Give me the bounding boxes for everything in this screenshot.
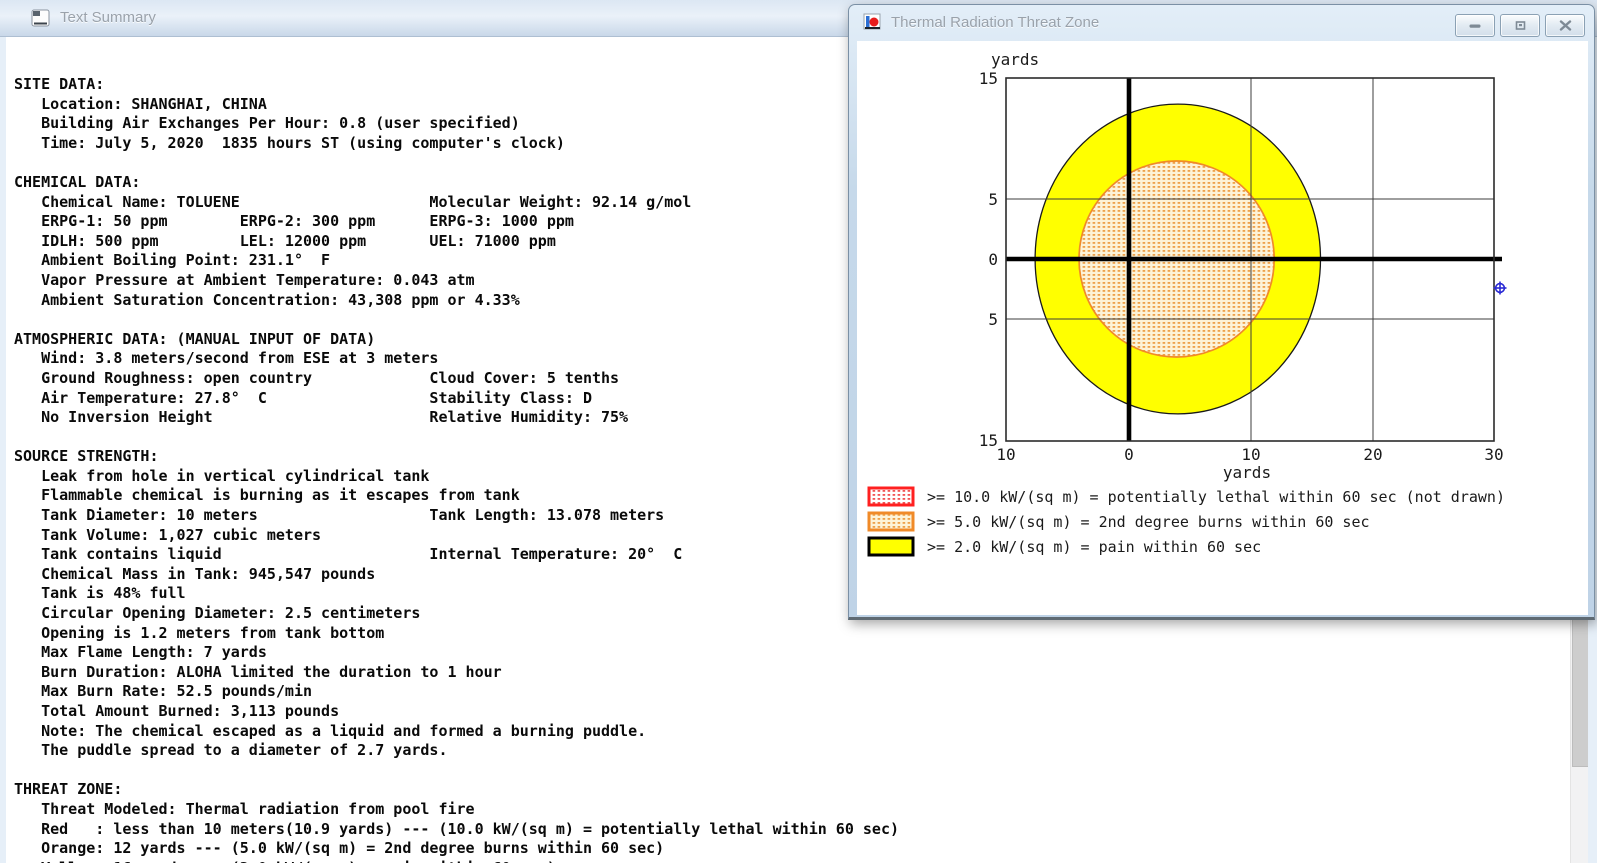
y-axis-unit: yards xyxy=(991,50,1039,69)
legend-label-yellow: >= 2.0 kW/(sq m) = pain within 60 sec xyxy=(927,538,1261,556)
minimize-icon xyxy=(1469,24,1481,28)
y-tick-0: 0 xyxy=(988,250,998,269)
legend-label-red: >= 10.0 kW/(sq m) = potentially lethal w… xyxy=(927,488,1505,506)
location-cursor-icon xyxy=(1493,281,1507,295)
x-tick-0: 0 xyxy=(1124,445,1134,464)
y-tick-5: 5 xyxy=(988,190,998,209)
desktop: Text Summary SITE DATA: Location: SHANGH… xyxy=(0,0,1597,863)
window-controls xyxy=(1455,14,1585,37)
threat-zone-window: Thermal Radiation Threat Zone yards 15 5… xyxy=(848,4,1595,620)
x-tick-20: 20 xyxy=(1363,445,1382,464)
text-summary-title: Text Summary xyxy=(60,9,156,26)
chart-legend: >= 10.0 kW/(sq m) = potentially lethal w… xyxy=(867,486,1505,557)
x-tick-30: 30 xyxy=(1484,445,1503,464)
threat-zone-title: Thermal Radiation Threat Zone xyxy=(891,14,1100,31)
document-icon xyxy=(31,9,50,27)
x-axis-unit: yards xyxy=(1223,463,1271,482)
legend-label-orange: >= 5.0 kW/(sq m) = 2nd degree burns with… xyxy=(927,513,1370,531)
y-tick-m15: 15 xyxy=(979,431,998,450)
y-tick-m5: 5 xyxy=(988,310,998,329)
close-icon xyxy=(1559,20,1571,31)
threat-zone-body: yards 15 5 0 5 15 10 0 10 20 30 yards >=… xyxy=(857,41,1588,615)
restore-button[interactable] xyxy=(1500,14,1540,37)
restore-icon xyxy=(1515,21,1525,30)
threat-zone-chart: yards 15 5 0 5 15 10 0 10 20 30 yards >=… xyxy=(867,50,1507,557)
legend-swatch-orange xyxy=(867,511,915,532)
y-tick-15: 15 xyxy=(979,69,998,88)
close-button[interactable] xyxy=(1545,14,1585,37)
scrollbar-thumb[interactable] xyxy=(1572,600,1589,767)
threat-zone-titlebar[interactable]: Thermal Radiation Threat Zone xyxy=(849,5,1594,40)
x-tick-10: 10 xyxy=(1241,445,1260,464)
summary-text: SITE DATA: Location: SHANGHAI, CHINA Bui… xyxy=(14,75,900,863)
minimize-button[interactable] xyxy=(1455,14,1495,37)
legend-swatch-red xyxy=(867,486,915,507)
text-summary-left-frame xyxy=(0,37,6,863)
threat-plot-icon xyxy=(863,13,881,30)
legend-swatch-yellow xyxy=(867,536,915,557)
x-tick-m10: 10 xyxy=(996,445,1015,464)
